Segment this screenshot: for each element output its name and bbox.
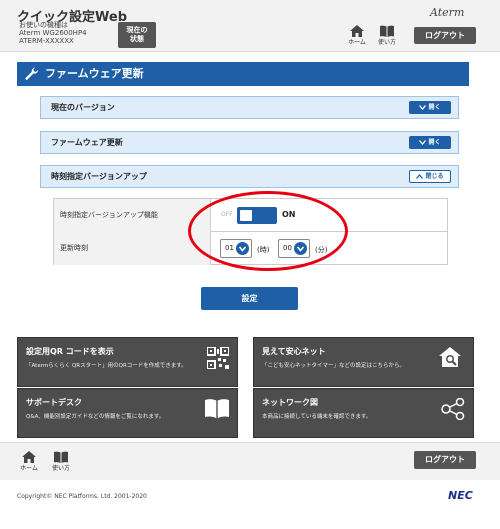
book-icon xyxy=(54,451,68,463)
model-label: お使いの機種は xyxy=(19,21,68,29)
model-name: Aterm WG2600HP4 xyxy=(19,29,87,37)
chevron-up-icon xyxy=(416,174,424,179)
home-label: ホーム xyxy=(348,39,366,46)
chevron-down-icon xyxy=(419,140,427,145)
chevron-down-icon xyxy=(419,105,427,110)
nec-logo: NEC xyxy=(448,489,473,502)
footer-manual-button[interactable]: 使い方 xyxy=(46,451,76,472)
expand-button[interactable]: 開く xyxy=(409,101,451,114)
tile-network-map[interactable]: ネットワーク図 本商品に接続している端末を確認できます。 xyxy=(253,388,474,438)
tile-title: サポートデスク xyxy=(26,398,82,407)
tile-title: 設定用QR コードを表示 xyxy=(26,347,114,356)
home-search-icon xyxy=(439,347,461,367)
current-status-line1: 現在の xyxy=(126,26,148,34)
wrench-icon xyxy=(25,67,39,80)
update-time-label: 更新時刻 xyxy=(54,232,211,265)
expand-button[interactable]: 開く xyxy=(409,136,451,149)
tile-desc: 本商品に接続している端末を確認できます。 xyxy=(262,414,372,420)
manual-button[interactable]: 使い方 xyxy=(372,25,402,46)
book-icon xyxy=(380,25,394,37)
home-icon xyxy=(22,451,36,463)
aterm-logo: Aterm xyxy=(430,6,465,19)
copyright: Copyright© NEC Platforms, Ltd. 2001-2020 xyxy=(17,493,147,500)
tile-title: 見えて安心ネット xyxy=(262,347,326,356)
accordion-label: 現在のバージョン xyxy=(51,103,115,112)
footer-logout-button[interactable]: ログアウト xyxy=(414,451,476,469)
tile-desc: 「こども安心ネットタイマー」などの設定はこちらから。 xyxy=(262,363,406,369)
footer-home-button[interactable]: ホーム xyxy=(14,451,44,472)
tile-desc: Q&A、機能別設定ガイドなどの情報をご覧になれます。 xyxy=(26,414,165,420)
tile-title: ネットワーク図 xyxy=(262,398,318,407)
home-icon xyxy=(350,25,364,37)
qr-code-icon xyxy=(207,347,229,369)
header: クイック設定Web お使いの機種は Aterm WG2600HP4 ATERM-… xyxy=(0,0,500,52)
logout-button[interactable]: ログアウト xyxy=(414,27,476,44)
section-title-bar: ファームウェア更新 xyxy=(17,62,469,86)
accordion-current-version[interactable]: 現在のバージョン 開く xyxy=(40,96,459,119)
accordion-scheduled-update[interactable]: 時刻指定バージョンアップ 閉じる xyxy=(40,165,459,188)
model-serial: ATERM-XXXXXX xyxy=(19,37,74,45)
tile-desc: 「Atermらくらく QRスタート」用のQRコードを作成できます。 xyxy=(26,363,187,369)
network-icon xyxy=(441,398,465,420)
footer-bar: ホーム 使い方 ログアウト xyxy=(0,442,500,480)
manual-label: 使い方 xyxy=(51,465,70,472)
current-status-line2: 状態 xyxy=(130,35,144,43)
home-label: ホーム xyxy=(20,465,38,472)
collapse-button[interactable]: 閉じる xyxy=(409,170,451,183)
accordion-firmware-update[interactable]: ファームウェア更新 開く xyxy=(40,131,459,154)
current-status-button[interactable]: 現在の 状態 xyxy=(118,22,156,48)
section-title: ファームウェア更新 xyxy=(45,67,144,80)
accordion-label: ファームウェア更新 xyxy=(51,138,123,147)
home-button[interactable]: ホーム xyxy=(342,25,372,46)
tile-support-desk[interactable]: サポートデスク Q&A、機能別設定ガイドなどの情報をご覧になれます。 xyxy=(17,388,238,438)
apply-button[interactable]: 設定 xyxy=(201,287,298,310)
accordion-label: 時刻指定バージョンアップ xyxy=(51,172,147,181)
highlight-ellipse xyxy=(188,191,348,271)
manual-label: 使い方 xyxy=(377,39,396,46)
tile-mieru-anshin-net[interactable]: 見えて安心ネット 「こども安心ネットタイマー」などの設定はこちらから。 xyxy=(253,337,474,387)
tile-qr-code[interactable]: 設定用QR コードを表示 「Atermらくらく QRスタート」用のQRコードを作… xyxy=(17,337,238,387)
book-icon xyxy=(205,399,229,418)
